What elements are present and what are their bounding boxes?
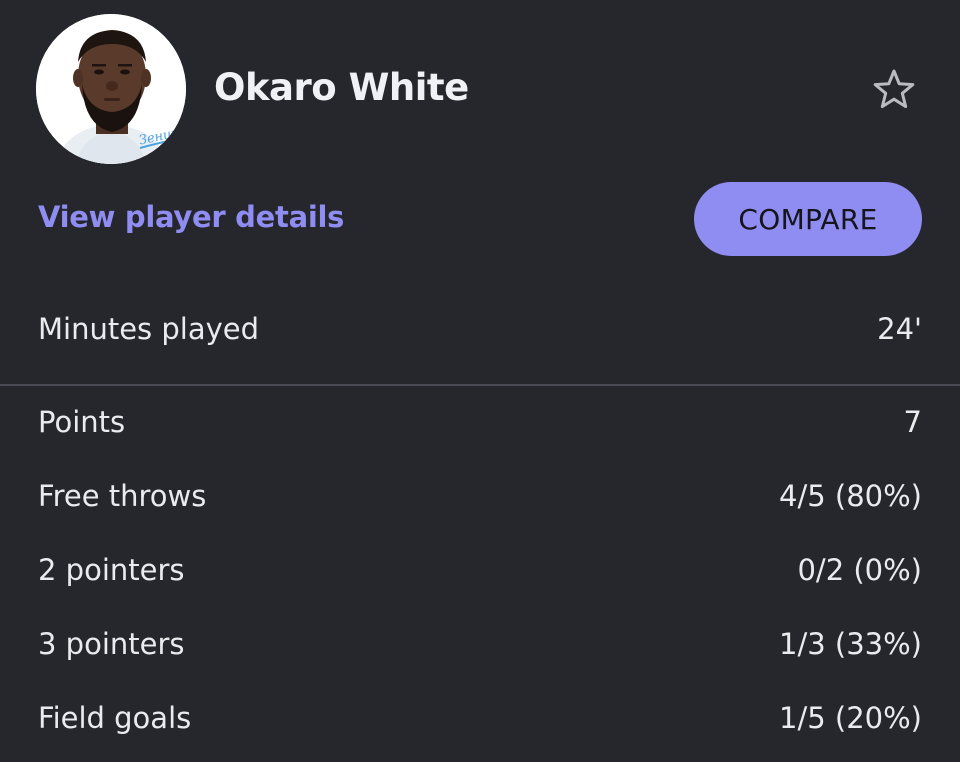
compare-button[interactable]: COMPARE bbox=[694, 182, 922, 256]
player-stats-card: Зенит Okaro White View player details CO… bbox=[0, 0, 960, 762]
avatar[interactable]: Зенит bbox=[36, 14, 186, 164]
stat-label: Points bbox=[38, 405, 126, 439]
favorite-button[interactable] bbox=[870, 66, 918, 114]
stat-row-field-goals: Field goals 1/5 (20%) bbox=[38, 697, 922, 741]
stat-value: 1/3 (33%) bbox=[779, 627, 922, 661]
stat-value: 7 bbox=[903, 405, 922, 439]
stat-value: 4/5 (80%) bbox=[779, 479, 922, 513]
stat-row-3-pointers: 3 pointers 1/3 (33%) bbox=[38, 623, 922, 667]
stat-label: 3 pointers bbox=[38, 627, 185, 661]
stat-row-minutes: Minutes played 24' bbox=[38, 308, 922, 352]
stat-row-2-pointers: 2 pointers 0/2 (0%) bbox=[38, 549, 922, 593]
stat-row-free-throws: Free throws 4/5 (80%) bbox=[38, 475, 922, 519]
stat-label: Field goals bbox=[38, 701, 192, 735]
stat-label: 2 pointers bbox=[38, 553, 185, 587]
star-outline-icon bbox=[873, 69, 915, 109]
stat-value: 1/5 (20%) bbox=[779, 701, 922, 735]
stat-row-points: Points 7 bbox=[38, 401, 922, 445]
stat-value: 24' bbox=[877, 312, 922, 346]
player-name: Okaro White bbox=[214, 66, 469, 109]
divider bbox=[0, 384, 960, 386]
player-actions: View player details COMPARE bbox=[38, 182, 922, 258]
stat-label: Free throws bbox=[38, 479, 207, 513]
stat-label: Minutes played bbox=[38, 312, 260, 346]
player-photo: Зенит bbox=[36, 14, 186, 164]
stat-value: 0/2 (0%) bbox=[797, 553, 922, 587]
view-player-details-link[interactable]: View player details bbox=[38, 200, 344, 234]
player-header: Зенит Okaro White bbox=[36, 14, 924, 166]
